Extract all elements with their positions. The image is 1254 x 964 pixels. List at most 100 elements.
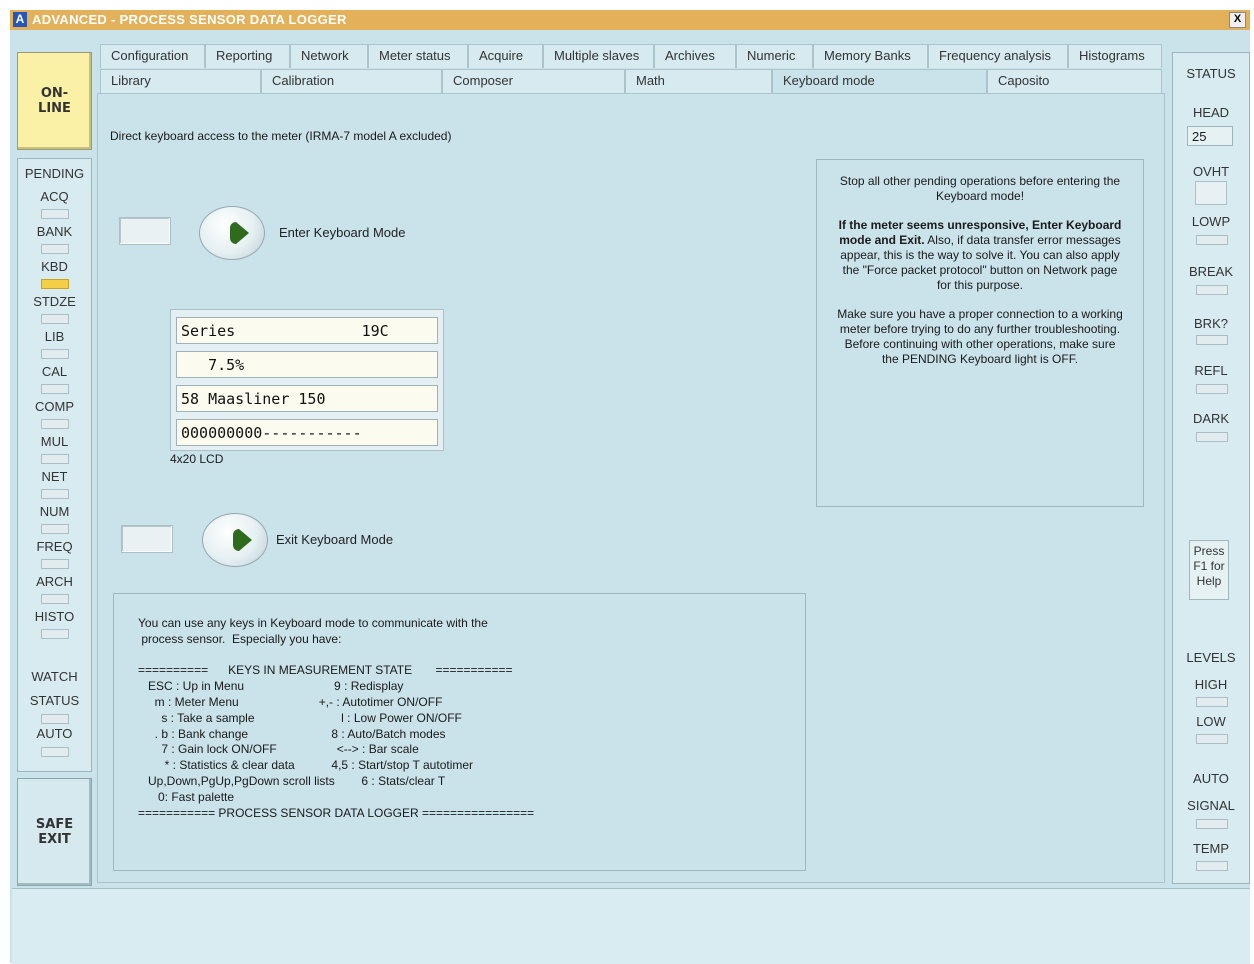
tab-reporting[interactable]: Reporting	[205, 44, 290, 68]
head-label: HEAD	[1192, 105, 1230, 120]
watch-status-label: STATUS	[29, 693, 80, 708]
pending-cal-label: CAL	[41, 364, 68, 379]
pending-net-led	[41, 489, 69, 499]
dark-label: DARK	[1192, 411, 1230, 426]
pending-bank-led	[41, 244, 69, 254]
pending-kbd-label: KBD	[41, 259, 68, 274]
lcd-line-4: 000000000-----------	[176, 419, 438, 446]
watch-auto-label: AUTO	[36, 726, 73, 741]
refl-label: REFL	[1194, 363, 1228, 378]
tab-memory-banks[interactable]: Memory Banks	[813, 44, 928, 68]
lcd-line-3: 58 Maasliner 150	[176, 385, 438, 412]
dark-led	[1196, 432, 1228, 442]
tab-caposito[interactable]: Caposito	[987, 69, 1162, 93]
lcd-line-2: 7.5%	[176, 351, 438, 378]
temp-led	[1196, 861, 1228, 871]
info-paragraph-2: If the meter seems unresponsive, Enter K…	[835, 218, 1125, 293]
status-title: STATUS	[1186, 66, 1236, 81]
lcd-caption: 4x20 LCD	[170, 452, 224, 466]
low-led	[1196, 734, 1228, 744]
tab-multiple-slaves[interactable]: Multiple slaves	[543, 44, 654, 68]
lowp-led	[1196, 235, 1228, 245]
tab-math[interactable]: Math	[625, 69, 772, 93]
pending-kbd-led	[41, 279, 69, 289]
pending-stdze-led	[41, 314, 69, 324]
online-button[interactable]: ON- LINE	[17, 52, 92, 150]
pending-acq-led	[41, 209, 69, 219]
tab-library[interactable]: Library	[100, 69, 261, 93]
pending-freq-label: FREQ	[36, 539, 73, 554]
pending-bank-label: BANK	[36, 224, 73, 239]
temp-label: TEMP	[1192, 841, 1230, 856]
enter-keyboard-mode-label: Enter Keyboard Mode	[279, 225, 406, 240]
status-panel: STATUS HEAD 25 OVHT LOWP BREAK BRK? REFL…	[1172, 52, 1250, 884]
info-paragraph-1: Stop all other pending operations before…	[839, 174, 1121, 203]
window-title: ADVANCED - PROCESS SENSOR DATA LOGGER	[32, 12, 347, 27]
tab-network[interactable]: Network	[290, 44, 368, 68]
auto-label: AUTO	[1193, 771, 1229, 786]
brk-check-label: BRK?	[1194, 316, 1228, 331]
keyboard-mode-panel: Direct keyboard access to the meter (IRM…	[97, 93, 1165, 883]
ovht-label: OVHT	[1192, 164, 1230, 179]
safe-exit-button[interactable]: SAFE EXIT	[17, 778, 92, 886]
head-value: 25	[1187, 126, 1233, 146]
exit-mode-indicator	[121, 525, 173, 553]
pending-histo-label: HISTO	[34, 609, 75, 624]
tab-frequency-analysis[interactable]: Frequency analysis	[928, 44, 1068, 68]
high-led	[1196, 697, 1228, 707]
status-bar	[12, 888, 1250, 964]
break-led	[1196, 285, 1228, 295]
title-bar: A ADVANCED - PROCESS SENSOR DATA LOGGER …	[10, 10, 1250, 30]
pending-freq-led	[41, 559, 69, 569]
tab-row-1: Configuration Reporting Network Meter statu…	[100, 44, 1162, 68]
pending-title: PENDING	[24, 166, 85, 181]
info-box: Stop all other pending operations before…	[816, 159, 1144, 507]
tab-histograms[interactable]: Histograms	[1068, 44, 1162, 68]
pending-mul-led	[41, 454, 69, 464]
tab-archives[interactable]: Archives	[654, 44, 736, 68]
tab-configuration[interactable]: Configuration	[100, 44, 205, 68]
refl-led	[1196, 384, 1228, 394]
info-paragraph-3: Make sure you have a proper connection t…	[837, 307, 1123, 366]
pending-acq-label: ACQ	[40, 189, 69, 204]
pending-comp-label: COMP	[35, 399, 74, 414]
tab-meter-status[interactable]: Meter status	[368, 44, 468, 68]
pending-histo-led	[41, 629, 69, 639]
tab-acquire[interactable]: Acquire	[468, 44, 543, 68]
pending-stdze-label: STDZE	[33, 294, 76, 309]
watch-auto-led	[41, 747, 69, 757]
pending-mul-label: MUL	[40, 434, 69, 449]
lowp-label: LOWP	[1191, 214, 1231, 229]
tab-calibration[interactable]: Calibration	[261, 69, 442, 93]
watch-status-led	[41, 714, 69, 724]
levels-label: LEVELS	[1186, 650, 1236, 665]
signal-led	[1196, 819, 1228, 829]
high-label: HIGH	[1194, 677, 1228, 692]
lcd-display: Series 19C 7.5% 58 Maasliner 150 0000000…	[170, 309, 444, 451]
enter-mode-indicator	[119, 217, 171, 245]
pending-cal-led	[41, 384, 69, 394]
help-button[interactable]: Press F1 for Help	[1189, 540, 1229, 600]
play-icon-tip	[236, 222, 249, 244]
close-button[interactable]: X	[1229, 12, 1246, 28]
pending-net-label: NET	[41, 469, 68, 484]
pending-lib-label: LIB	[44, 329, 65, 344]
ovht-led	[1195, 181, 1227, 205]
tab-row-2: Library Calibration Composer Math Keyboard m…	[100, 69, 1162, 93]
tab-keyboard-mode[interactable]: Keyboard mode	[772, 69, 987, 93]
pending-panel: PENDING ACQ BANK KBD STDZE LIB CAL COMP MUL NET N…	[17, 158, 92, 772]
low-label: LOW	[1196, 714, 1226, 729]
break-label: BREAK	[1188, 264, 1234, 279]
tab-numeric[interactable]: Numeric	[736, 44, 813, 68]
enter-keyboard-mode-button[interactable]	[199, 206, 265, 260]
pending-arch-label: ARCH	[36, 574, 73, 589]
pending-num-led	[41, 524, 69, 534]
tab-composer[interactable]: Composer	[442, 69, 625, 93]
pending-lib-led	[41, 349, 69, 359]
exit-keyboard-mode-label: Exit Keyboard Mode	[276, 532, 394, 547]
brk-check-led	[1196, 335, 1228, 345]
pending-comp-led	[41, 419, 69, 429]
watch-label: WATCH	[31, 669, 78, 684]
exit-keyboard-mode-button[interactable]	[202, 513, 268, 567]
app-icon: A	[13, 12, 27, 27]
